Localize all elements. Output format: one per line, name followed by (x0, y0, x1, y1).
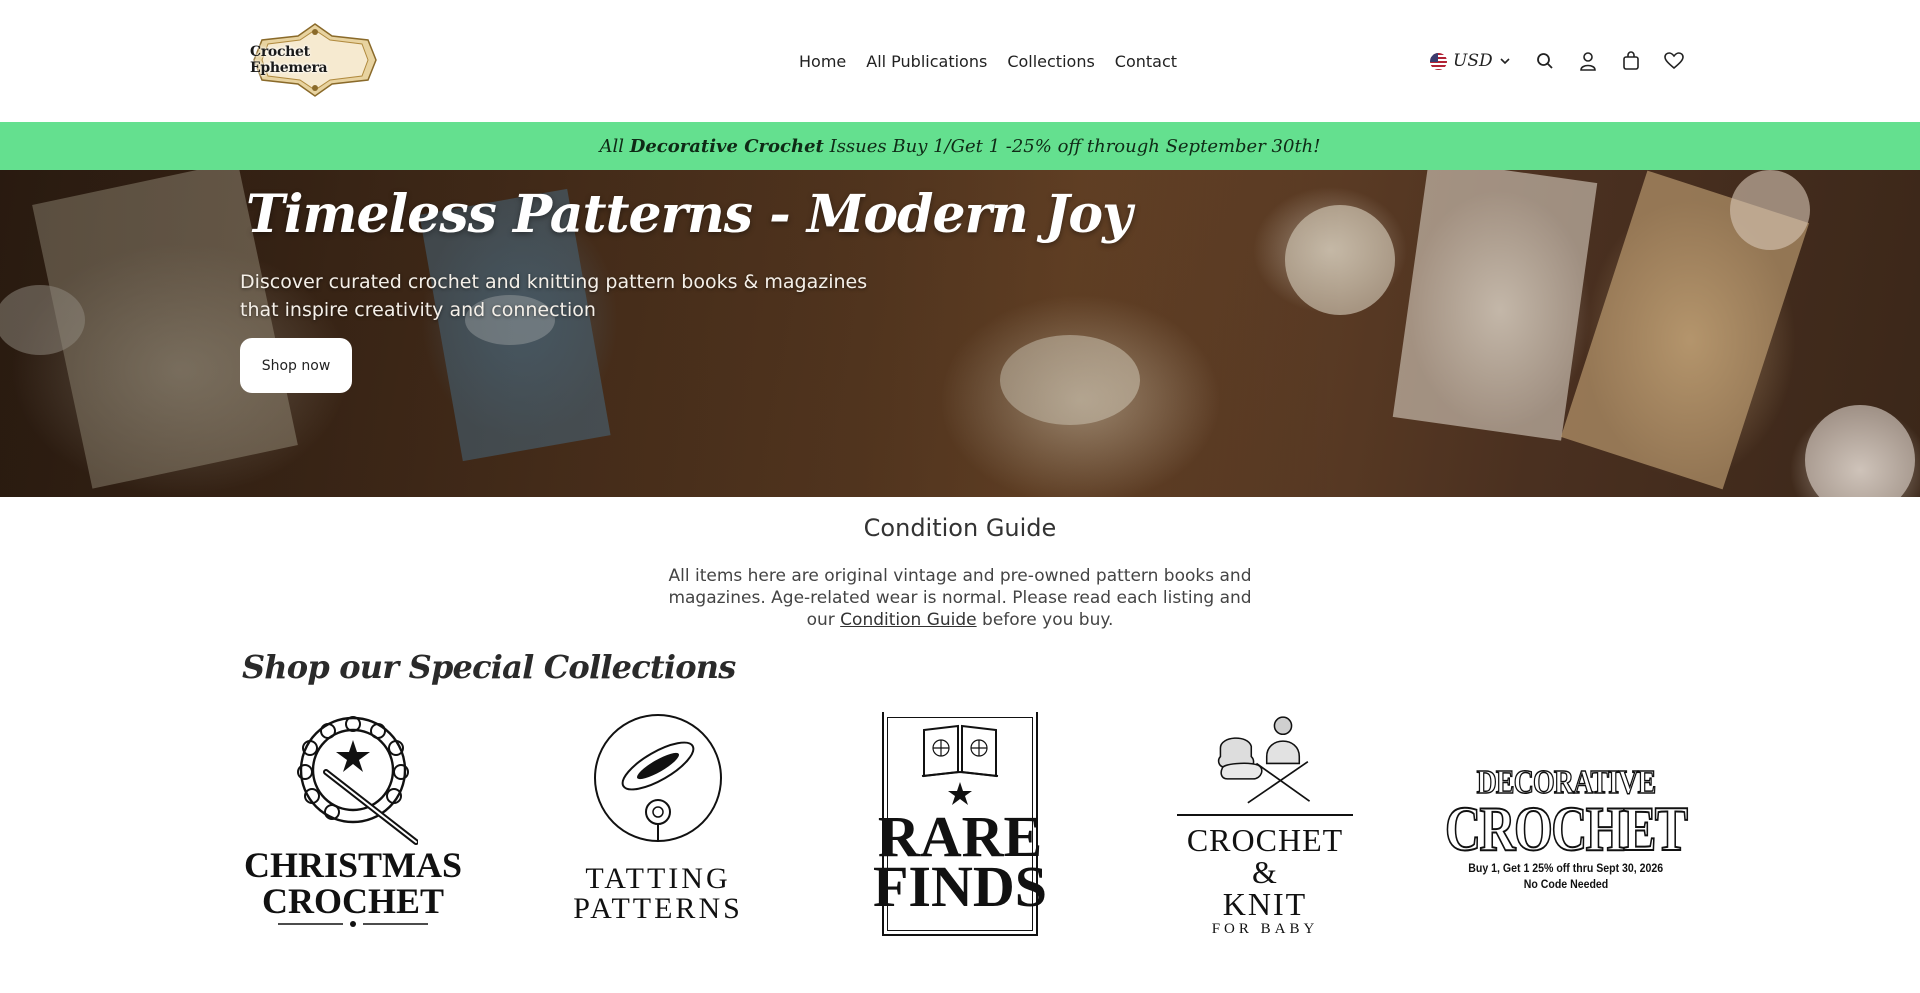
tatting-shuttle-icon (594, 714, 722, 842)
tatting-line2: PATTERNS (573, 892, 743, 925)
announcement-text: All Decorative Crochet Issues Buy 1/Get … (599, 136, 1320, 157)
cart-icon (1622, 51, 1639, 70)
rare-finds-line2: FINDS (872, 854, 1048, 919)
nav-contact[interactable]: Contact (1115, 52, 1177, 71)
condition-guide-title: Condition Guide (863, 514, 1057, 542)
christmas-line1: CHRISTMAS (243, 845, 463, 885)
account-icon (1579, 52, 1596, 71)
nav-collections[interactable]: Collections (1007, 52, 1094, 71)
collection-decorative-crochet[interactable]: DECORATIVE CROCHET Buy 1, Get 1 25% off … (1444, 712, 1689, 938)
hero-title: Timeless Patterns - Modern Joy (246, 184, 1132, 245)
cart-button[interactable] (1619, 49, 1643, 73)
baby-divider (1177, 814, 1353, 816)
collection-rare-finds[interactable]: RARE FINDS (873, 712, 1047, 936)
announcement-bold: Decorative Crochet (629, 135, 824, 157)
decorative-line4: No Code Needed (1523, 877, 1609, 891)
condition-guide-text-after: before you buy. (976, 610, 1114, 630)
open-book-star-icon (921, 724, 999, 805)
collection-crochet-knit-baby[interactable]: CROCHET & KNIT FOR BABY (1170, 712, 1360, 938)
shop-now-button[interactable]: Shop now (240, 338, 352, 393)
announcement-suffix: Issues Buy 1/Get 1 -25% off through Sept… (823, 135, 1321, 157)
nav-all-publications[interactable]: All Publications (866, 52, 987, 71)
wishlist-button[interactable] (1662, 49, 1686, 73)
currency-label: USD (1453, 51, 1493, 71)
currency-selector[interactable]: USD (1430, 51, 1511, 71)
header-tools: USD (1430, 46, 1705, 76)
hero-banner: Timeless Patterns - Modern Joy Discover … (0, 170, 1920, 497)
search-icon (1536, 53, 1553, 69)
chevron-down-icon (1500, 58, 1510, 65)
main-nav: Home All Publications Collections Contac… (799, 52, 1177, 71)
nav-home[interactable]: Home (799, 52, 846, 71)
condition-guide-link[interactable]: Condition Guide (840, 610, 976, 630)
baby-line2: KNIT (1222, 886, 1308, 922)
ornament-divider-icon (278, 921, 428, 927)
site-header: Crochet Ephemera Home All Publications C… (0, 0, 1920, 122)
collection-tatting-patterns[interactable]: TATTING PATTERNS (568, 712, 748, 938)
tatting-line1: TATTING (585, 862, 731, 895)
baby-line1: CROCHET & (1186, 822, 1344, 890)
announcement-bar[interactable]: All Decorative Crochet Issues Buy 1/Get … (0, 122, 1920, 170)
condition-guide-text: All items here are original vintage and … (660, 565, 1260, 631)
decorative-line3: Buy 1, Get 1 25% off thru Sept 30, 2026 (1468, 861, 1664, 875)
christmas-line2: CROCHET (261, 881, 445, 921)
wishlist-heart-icon (1663, 52, 1684, 70)
flag-us-icon (1430, 52, 1447, 70)
search-button[interactable] (1533, 49, 1557, 73)
decorative-line2: CROCHET (1444, 793, 1689, 864)
announcement-prefix: All (599, 135, 630, 157)
collections-title: Shop our Special Collections (242, 648, 736, 686)
logo-text: Crochet Ephemera (250, 44, 328, 76)
site-logo[interactable]: Crochet Ephemera (250, 22, 380, 98)
baby-line3: FOR BABY (1211, 921, 1319, 937)
collection-christmas-crochet[interactable]: CHRISTMAS CROCHET (244, 712, 462, 938)
wreath-hook-icon (297, 716, 418, 845)
baby-booties-hat-icon (1217, 716, 1311, 804)
hero-subtitle: Discover curated crochet and knitting pa… (240, 271, 868, 321)
account-button[interactable] (1576, 49, 1600, 73)
